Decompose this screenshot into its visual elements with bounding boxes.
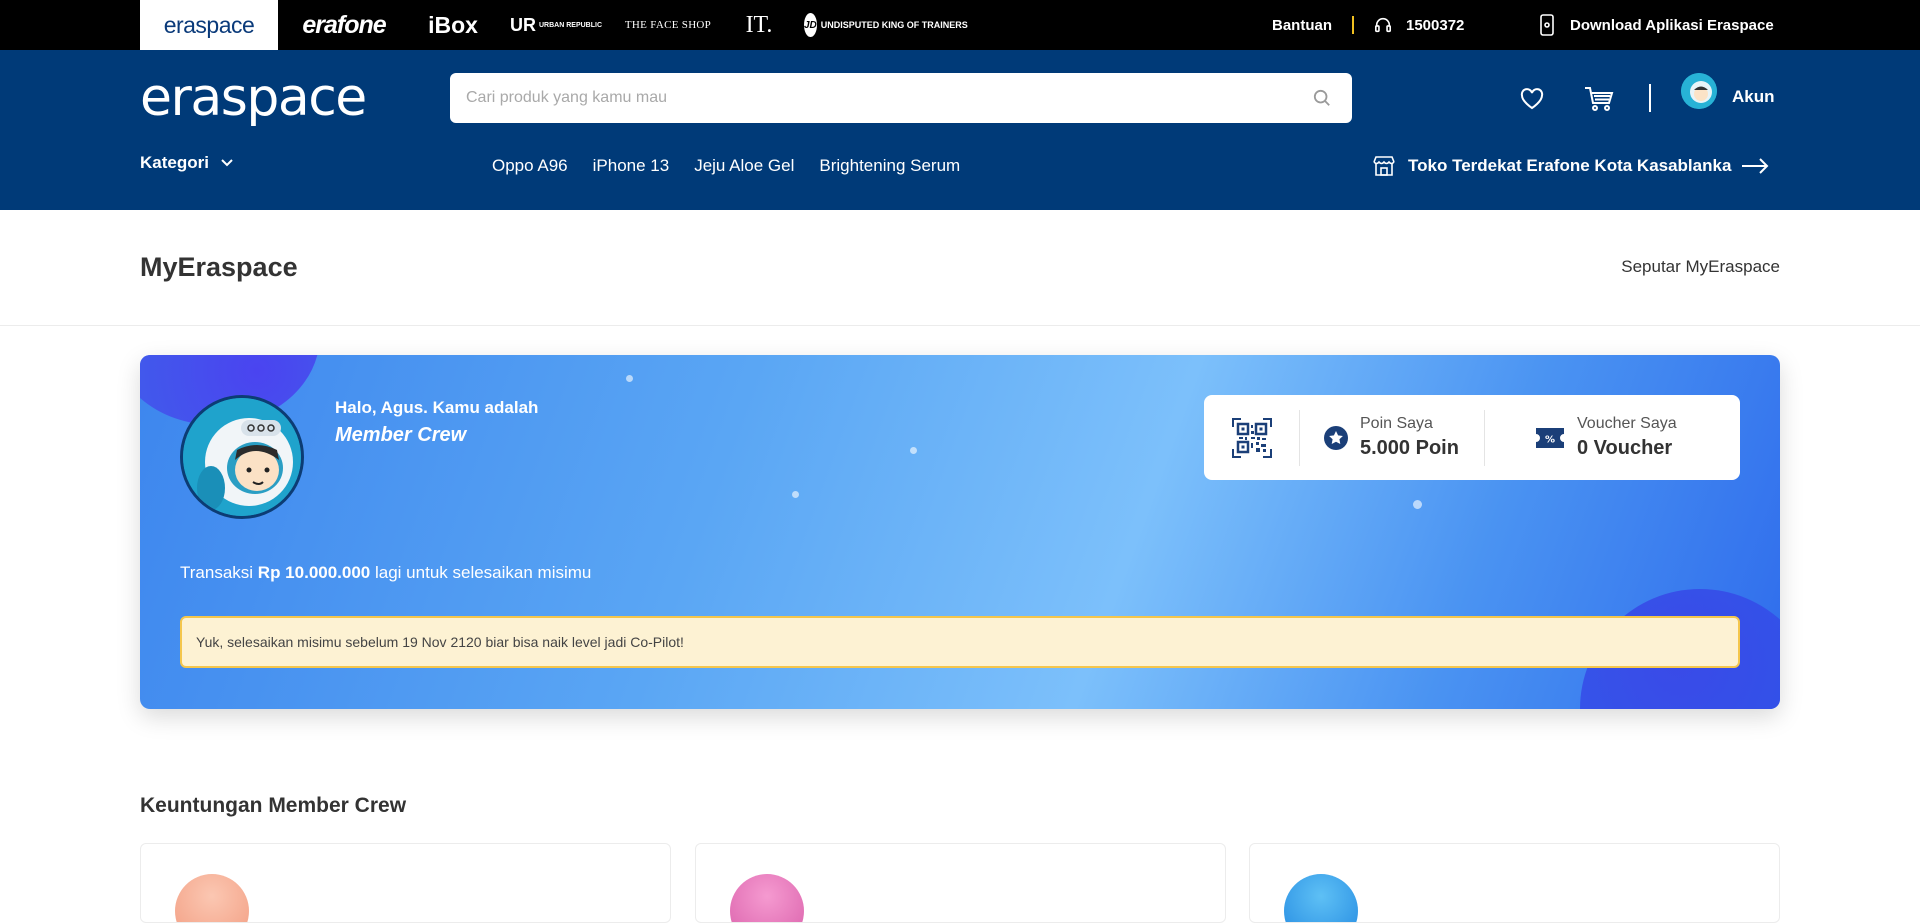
voucher-icon: % xyxy=(1536,427,1564,448)
mission-text: Transaksi Rp 10.000.000 lagi untuk seles… xyxy=(180,563,592,582)
benefit-icon xyxy=(730,874,804,922)
star-icon xyxy=(1324,425,1348,450)
benefit-card[interactable] xyxy=(1249,843,1780,923)
points-label: Poin Saya xyxy=(1360,415,1433,432)
decorative-dot xyxy=(792,491,799,498)
brand-tab-ibox[interactable]: iBox xyxy=(425,0,481,50)
benefit-icon xyxy=(175,874,249,922)
cart-icon[interactable] xyxy=(1583,85,1615,113)
download-app-link[interactable]: Download Aplikasi Eraspace xyxy=(1540,0,1774,50)
quick-link[interactable]: iPhone 13 xyxy=(593,156,670,176)
decorative-dot xyxy=(1413,500,1422,509)
search-input[interactable] xyxy=(450,73,1352,123)
quick-link[interactable]: Jeju Aloe Gel xyxy=(694,156,794,176)
qr-code-icon xyxy=(1231,417,1272,458)
smartphone-icon xyxy=(1540,14,1554,36)
brand-tab-the-face-shop[interactable]: THE FACE SHOP xyxy=(620,0,716,50)
mission-amount: Rp 10.000.000 xyxy=(257,563,371,582)
benefit-icon xyxy=(1284,874,1358,922)
header-divider xyxy=(1649,84,1651,112)
benefit-card[interactable] xyxy=(695,843,1226,923)
nearest-store-link[interactable]: Toko Terdekat Erafone Kota Kasablanka xyxy=(1372,154,1769,178)
category-dropdown[interactable]: Kategori xyxy=(140,153,233,173)
quick-link[interactable]: Brightening Serum xyxy=(819,156,960,176)
quick-link[interactable]: Oppo A96 xyxy=(492,156,568,176)
quick-links: Oppo A96 iPhone 13 Jeju Aloe Gel Brighte… xyxy=(492,156,960,176)
points-summary[interactable]: Poin Saya 5.000 Poin xyxy=(1300,409,1485,466)
chevron-down-icon xyxy=(221,159,233,167)
benefits-title: Keuntungan Member Crew xyxy=(140,794,407,817)
member-avatar xyxy=(180,395,304,519)
member-stats: Poin Saya 5.000 Poin % Voucher Saya 0 Vo… xyxy=(1204,395,1740,480)
page-header: MyEraspace Seputar MyEraspace xyxy=(0,210,1920,326)
voucher-summary[interactable]: % Voucher Saya 0 Voucher xyxy=(1485,410,1677,466)
brand-tab-erafone[interactable]: erafone xyxy=(296,0,392,50)
member-greeting: Halo, Agus. Kamu adalah xyxy=(335,398,539,417)
voucher-value: 0 Voucher xyxy=(1577,437,1673,459)
eraspace-logo[interactable]: eraspace xyxy=(140,68,367,128)
headset-icon xyxy=(1374,17,1392,33)
store-icon xyxy=(1373,156,1395,176)
avatar[interactable] xyxy=(1681,73,1717,109)
search-icon[interactable] xyxy=(1313,89,1331,107)
main-header: eraspace Akun Kategori Oppo A96 iPhone 1… xyxy=(0,50,1920,210)
brand-tab-it[interactable]: IT. xyxy=(744,0,774,50)
points-value: 5.000 Poin xyxy=(1360,437,1459,459)
benefit-card[interactable] xyxy=(140,843,671,923)
brand-tab-eraspace[interactable]: eraspace xyxy=(140,0,278,50)
phone-number[interactable]: 1500372 xyxy=(1406,17,1464,34)
about-myeraspace-link[interactable]: Seputar MyEraspace xyxy=(1621,257,1780,277)
brand-bar: eraspace erafone iBox UR URBAN REPUBLIC T… xyxy=(0,0,1920,50)
arrow-right-icon xyxy=(1742,158,1769,174)
svg-text:%: % xyxy=(1545,434,1555,445)
member-level: Member Crew xyxy=(335,424,467,446)
account-link[interactable]: Akun xyxy=(1732,87,1775,107)
member-card: Halo, Agus. Kamu adalah Member Crew Poin… xyxy=(140,355,1780,709)
qr-code-button[interactable] xyxy=(1204,409,1300,466)
decorative-dot xyxy=(626,375,633,382)
help-area: Bantuan 1500372 xyxy=(1272,0,1464,50)
mission-notice: Yuk, selesaikan misimu sebelum 19 Nov 21… xyxy=(180,616,1740,668)
decorative-dot xyxy=(910,447,917,454)
voucher-label: Voucher Saya xyxy=(1577,415,1677,432)
help-link[interactable]: Bantuan xyxy=(1272,17,1332,34)
heart-icon[interactable] xyxy=(1519,87,1545,111)
brand-tab-urban-republic[interactable]: UR URBAN REPUBLIC xyxy=(510,0,602,50)
brand-tab-jd[interactable]: JD UNDISPUTED KING OF TRAINERS xyxy=(804,0,968,50)
divider xyxy=(1352,16,1354,34)
page-title: MyEraspace xyxy=(140,252,298,282)
